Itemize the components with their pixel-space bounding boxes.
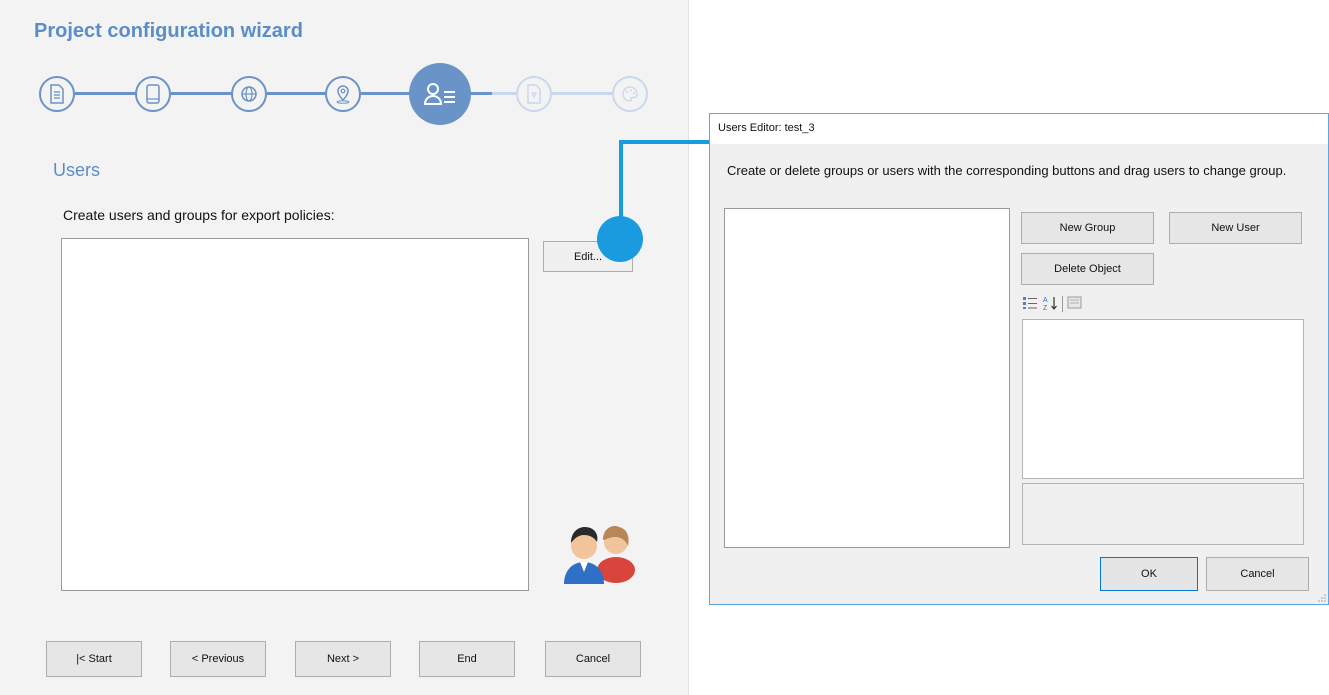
callout-line (619, 140, 711, 144)
step-general[interactable] (39, 76, 75, 112)
dialog-title: Users Editor: test_3 (718, 122, 815, 134)
instruction-text: Create users and groups for export polic… (63, 207, 335, 223)
property-grid[interactable] (1022, 319, 1304, 479)
document-edit-icon (527, 84, 541, 104)
sort-alphabetical-icon[interactable]: A Z (1042, 295, 1058, 314)
ok-button[interactable]: OK (1100, 557, 1198, 591)
users-icon (564, 526, 635, 584)
property-description-panel (1022, 483, 1304, 545)
step-connector (267, 92, 327, 95)
wizard-title: Project configuration wizard (34, 20, 303, 42)
step-design[interactable] (612, 76, 648, 112)
start-button[interactable]: |< Start (46, 641, 142, 677)
mobile-device-icon (146, 84, 160, 104)
step-document[interactable] (516, 76, 552, 112)
dialog-cancel-button[interactable]: Cancel (1206, 557, 1309, 591)
step-users[interactable] (409, 63, 471, 125)
property-toolbar: A Z (1022, 294, 1083, 314)
step-connector (552, 92, 614, 95)
cancel-button[interactable]: Cancel (545, 641, 641, 677)
users-editor-dialog: Users Editor: test_3 Create or delete gr… (709, 113, 1329, 605)
dialog-titlebar[interactable]: Users Editor: test_3 (710, 114, 1328, 144)
step-connector (171, 92, 233, 95)
categorized-icon[interactable] (1022, 296, 1038, 313)
svg-text:Z: Z (1043, 305, 1048, 311)
users-tree[interactable] (724, 208, 1010, 548)
dialog-description: Create or delete groups or users with th… (727, 163, 1287, 178)
users-illustration (560, 512, 640, 589)
step-devices[interactable] (135, 76, 171, 112)
section-title: Users (53, 160, 101, 180)
wizard-step-indicator (0, 63, 688, 130)
svg-text:A: A (1043, 297, 1048, 304)
document-list-icon (50, 84, 64, 104)
globe-icon (241, 86, 257, 102)
end-button[interactable]: End (419, 641, 515, 677)
next-button[interactable]: Next > (295, 641, 391, 677)
step-connector (361, 92, 411, 95)
toolbar-separator (1062, 296, 1063, 312)
new-user-button[interactable]: New User (1169, 212, 1302, 244)
callout-marker (597, 216, 643, 262)
property-pages-icon[interactable] (1067, 296, 1083, 313)
delete-object-button[interactable]: Delete Object (1021, 253, 1154, 285)
new-group-button[interactable]: New Group (1021, 212, 1154, 244)
location-pin-icon (336, 85, 350, 104)
resize-grip-icon[interactable] (1318, 594, 1326, 602)
step-location[interactable] (325, 76, 361, 112)
users-groups-list[interactable] (61, 238, 529, 591)
step-network[interactable] (231, 76, 267, 112)
project-configuration-wizard: Project configuration wizard Users Creat… (0, 0, 689, 695)
previous-button[interactable]: < Previous (170, 641, 266, 677)
step-connector (492, 92, 518, 95)
palette-icon (622, 86, 638, 102)
step-connector (75, 92, 137, 95)
users-list-icon (423, 83, 455, 105)
